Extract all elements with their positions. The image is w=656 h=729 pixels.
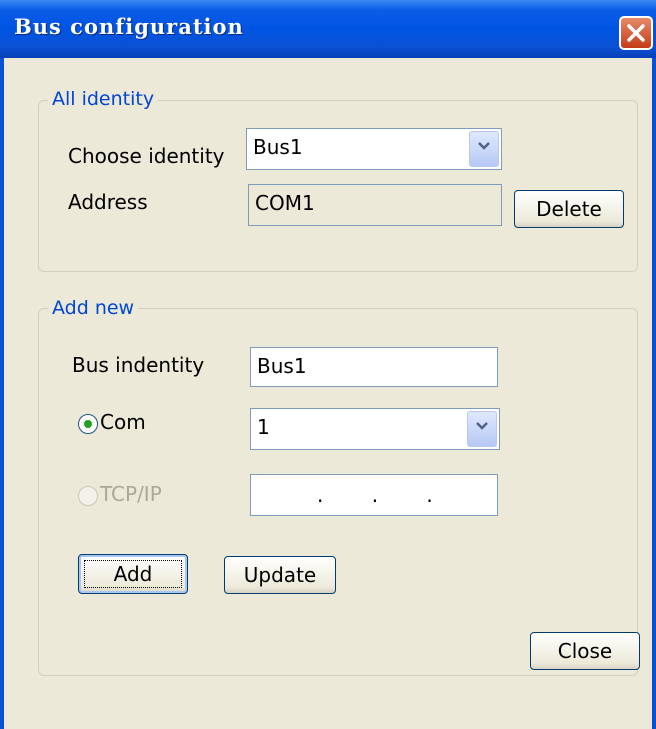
delete-button[interactable]: Delete — [514, 190, 624, 228]
choose-identity-select[interactable]: Bus1 — [246, 128, 502, 170]
com-label: Com — [100, 410, 146, 434]
focus-rect — [84, 560, 182, 588]
tcp-ip-label: TCP/IP — [100, 482, 162, 506]
com-port-select[interactable]: 1 — [250, 408, 500, 450]
title-bar[interactable]: Bus configuration — [0, 0, 656, 58]
com-radio[interactable] — [78, 414, 98, 434]
add-button[interactable]: Add — [78, 554, 188, 594]
bus-identity-input[interactable]: Bus1 — [250, 347, 498, 387]
choose-identity-label: Choose identity — [68, 144, 225, 168]
tcp-ip-radio[interactable] — [78, 486, 98, 506]
all-identity-legend: All identity — [48, 88, 159, 110]
window-title: Bus configuration — [14, 14, 244, 39]
dropdown-arrow-icon[interactable] — [469, 131, 499, 167]
address-field[interactable]: COM1 — [248, 184, 502, 226]
add-new-legend: Add new — [48, 297, 139, 319]
close-button[interactable]: Close — [530, 632, 640, 670]
choose-identity-value: Bus1 — [253, 135, 303, 159]
update-button[interactable]: Update — [224, 556, 336, 594]
close-icon — [627, 24, 645, 42]
radio-icon — [84, 420, 92, 428]
ip-address-input[interactable]: . . . — [250, 474, 498, 516]
dialog-body: All identity Choose identity Bus1 Addres… — [0, 58, 656, 729]
com-port-value: 1 — [257, 415, 270, 439]
bus-identity-label: Bus indentity — [72, 353, 205, 377]
dropdown-arrow-icon[interactable] — [467, 411, 497, 447]
ip-address-value: . . . — [317, 483, 433, 507]
window-close-button[interactable] — [619, 16, 653, 50]
address-label: Address — [68, 190, 148, 214]
